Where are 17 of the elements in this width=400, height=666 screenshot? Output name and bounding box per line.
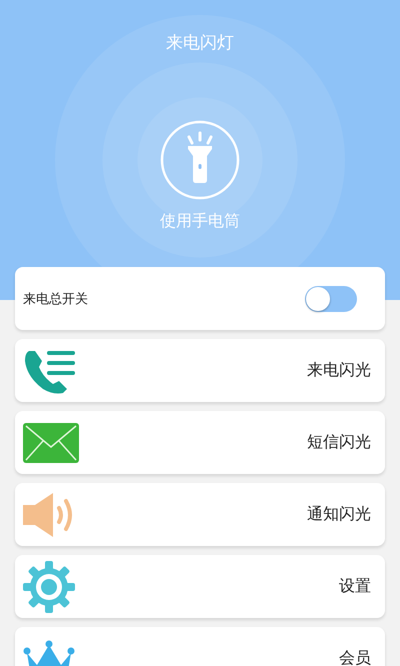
menu-item[interactable]: 会员	[15, 627, 385, 666]
gear-icon	[23, 560, 75, 612]
app-title: 来电闪灯	[166, 32, 234, 55]
menu-item[interactable]: 短信闪光	[15, 411, 385, 474]
menu-item[interactable]: 设置	[15, 555, 385, 618]
envelope-icon	[23, 422, 79, 462]
switch-label: 来电总开关	[23, 290, 88, 308]
menu-label: 设置	[339, 576, 371, 597]
menu-label: 来电闪光	[307, 360, 371, 381]
menu-label: 会员	[339, 648, 371, 666]
menu-item[interactable]: 通知闪光	[15, 483, 385, 546]
flashlight-label: 使用手电筒	[160, 210, 240, 232]
menu-item[interactable]: 来电闪光	[15, 339, 385, 402]
menu-label: 短信闪光	[307, 432, 371, 453]
menu-label: 通知闪光	[307, 504, 371, 525]
flashlight-icon[interactable]	[160, 120, 240, 200]
toggle-switch[interactable]	[305, 286, 357, 312]
